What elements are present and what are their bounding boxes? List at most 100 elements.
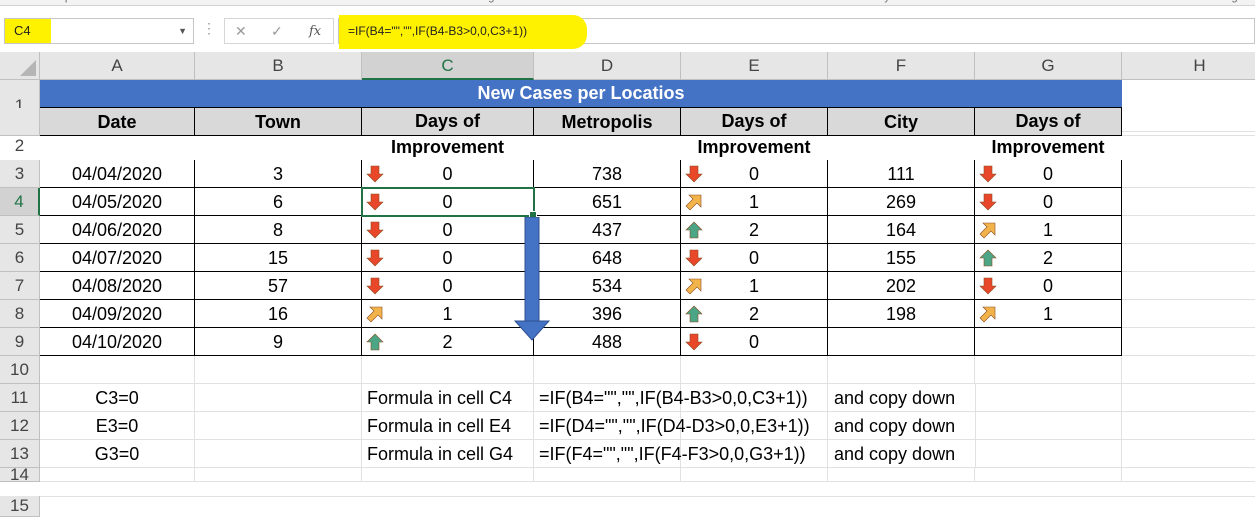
grid-cell[interactable] (975, 496, 1122, 497)
city-cell[interactable] (828, 328, 975, 356)
grid-cell[interactable] (681, 468, 828, 482)
row-header-14[interactable]: 14 (0, 466, 40, 483)
note-formula-label[interactable]: Formula in cell C4 (362, 384, 534, 412)
note-initial-value[interactable]: E3=0 (40, 412, 195, 440)
vertical-dots-icon[interactable]: ⋮ (202, 20, 216, 37)
grid-cell[interactable] (975, 384, 1122, 412)
city-cell[interactable]: 269 (828, 188, 975, 216)
grid-cell[interactable] (1122, 384, 1255, 412)
table-title[interactable]: New Cases per Locatios (40, 80, 1122, 108)
grid-cell[interactable] (40, 496, 195, 497)
note-copy-down[interactable]: and copy down (829, 412, 976, 440)
grid-cell[interactable] (681, 496, 828, 497)
grid-cell[interactable] (195, 440, 362, 468)
days-improvement-cell[interactable]: 0 (975, 272, 1122, 300)
column-header-e[interactable]: E (681, 52, 828, 80)
days-improvement-cell[interactable]: 2 (681, 216, 828, 244)
enter-check-icon[interactable]: ✓ (271, 23, 283, 40)
insert-function-icon[interactable]: fx (309, 24, 321, 39)
grid-cell[interactable] (1122, 356, 1255, 384)
city-cell[interactable]: 164 (828, 216, 975, 244)
date-cell[interactable]: 04/09/2020 (40, 300, 195, 328)
days-improvement-cell[interactable]: 0 (681, 328, 828, 356)
grid-cell[interactable] (1122, 300, 1255, 328)
row-header-11[interactable]: 11 (0, 384, 40, 412)
days-improvement-cell[interactable]: 0 (362, 272, 534, 300)
days-improvement-cell[interactable]: 2 (362, 328, 534, 356)
days-improvement-cell[interactable]: 0 (975, 188, 1122, 216)
note-copy-down[interactable]: and copy down (829, 440, 976, 468)
column-header-c[interactable]: C (362, 52, 534, 80)
grid-cell[interactable] (1122, 188, 1255, 216)
select-all-corner[interactable] (0, 52, 40, 80)
grid-cell[interactable] (975, 440, 1122, 468)
grid-cell[interactable] (828, 468, 975, 482)
town-cell[interactable]: 3 (195, 160, 362, 188)
grid-cell[interactable] (1122, 216, 1255, 244)
date-cell[interactable]: 04/05/2020 (40, 188, 195, 216)
column-header-a[interactable]: A (40, 52, 195, 80)
metropolis-cell[interactable]: 437 (534, 216, 681, 244)
days-improvement-cell[interactable] (975, 328, 1122, 356)
note-initial-value[interactable]: G3=0 (40, 440, 195, 468)
column-header-f[interactable]: F (828, 52, 975, 80)
row-header-12[interactable]: 12 (0, 412, 40, 440)
note-formula-label[interactable]: Formula in cell E4 (362, 412, 534, 440)
row-header-4[interactable]: 4 (0, 188, 40, 216)
note-copy-down[interactable]: and copy down (829, 384, 976, 412)
city-cell[interactable]: 198 (828, 300, 975, 328)
grid-cell[interactable] (195, 412, 362, 440)
header-town[interactable]: Town (195, 108, 362, 136)
note-formula-label[interactable]: Formula in cell G4 (362, 440, 534, 468)
grid-cell[interactable] (828, 356, 975, 384)
town-cell[interactable]: 15 (195, 244, 362, 272)
city-cell[interactable]: 111 (828, 160, 975, 188)
row-header-5[interactable]: 5 (0, 216, 40, 244)
grid-cell[interactable] (195, 384, 362, 412)
metropolis-cell[interactable]: 488 (534, 328, 681, 356)
days-improvement-cell[interactable]: 2 (975, 244, 1122, 272)
grid-cell[interactable] (1122, 496, 1255, 497)
header-city[interactable]: City (828, 108, 975, 136)
days-improvement-cell[interactable]: 1 (681, 188, 828, 216)
grid-cell[interactable] (362, 468, 534, 482)
name-box[interactable]: C4 ▼ (4, 18, 194, 44)
grid-cell[interactable] (1122, 244, 1255, 272)
grid-cell[interactable] (1122, 468, 1255, 482)
grid-cell[interactable] (195, 496, 362, 497)
grid-cell[interactable] (1122, 412, 1255, 440)
grid-cell[interactable] (1122, 440, 1255, 468)
metropolis-cell[interactable]: 396 (534, 300, 681, 328)
date-cell[interactable]: 04/06/2020 (40, 216, 195, 244)
grid-cell[interactable] (1122, 328, 1255, 356)
days-improvement-cell[interactable]: 0 (362, 216, 534, 244)
date-cell[interactable]: 04/10/2020 (40, 328, 195, 356)
grid-cell[interactable] (362, 356, 534, 384)
days-improvement-cell[interactable]: 0 (681, 244, 828, 272)
metropolis-cell[interactable]: 738 (534, 160, 681, 188)
grid-cell[interactable] (40, 468, 195, 482)
header-metropolis[interactable]: Metropolis (534, 108, 681, 136)
grid-cell[interactable] (681, 356, 828, 384)
days-improvement-cell[interactable]: 0 (975, 160, 1122, 188)
row-header-3[interactable]: 3 (0, 160, 40, 188)
days-improvement-cell[interactable]: 2 (681, 300, 828, 328)
city-cell[interactable]: 155 (828, 244, 975, 272)
metropolis-cell[interactable]: 651 (534, 188, 681, 216)
row-header-13[interactable]: 13 (0, 440, 40, 468)
row-header-8[interactable]: 8 (0, 300, 40, 328)
note-initial-value[interactable]: C3=0 (40, 384, 195, 412)
days-improvement-cell[interactable]: 0 (362, 244, 534, 272)
column-header-b[interactable]: B (195, 52, 362, 80)
header-days3[interactable]: Days of Improvement (975, 108, 1122, 157)
grid-cell[interactable] (195, 468, 362, 482)
grid-cell[interactable] (534, 356, 681, 384)
days-improvement-cell[interactable]: 0 (681, 160, 828, 188)
header-days1[interactable]: Days of Improvement (362, 108, 534, 157)
date-cell[interactable]: 04/07/2020 (40, 244, 195, 272)
grid-cell[interactable] (1122, 272, 1255, 300)
date-cell[interactable]: 04/08/2020 (40, 272, 195, 300)
days-improvement-cell[interactable]: 1 (362, 300, 534, 328)
days-improvement-cell[interactable]: 1 (681, 272, 828, 300)
cancel-icon[interactable]: ✕ (235, 23, 247, 40)
